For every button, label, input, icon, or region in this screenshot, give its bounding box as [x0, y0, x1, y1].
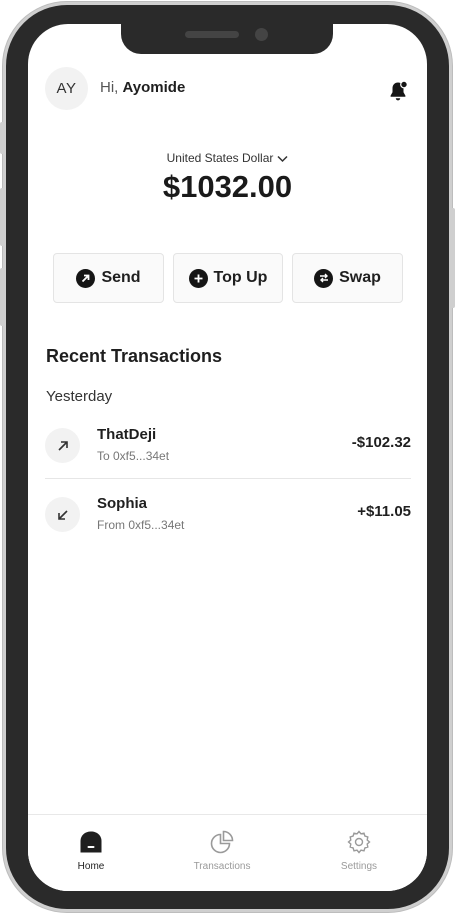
mute-switch	[0, 122, 4, 154]
home-icon	[80, 831, 102, 853]
nav-label-transactions: Transactions	[193, 861, 251, 872]
outgoing-arrow-icon	[45, 428, 80, 463]
user-name: Ayomide	[122, 79, 186, 96]
balance-amount: $1032.00	[162, 169, 293, 204]
volume-up-button	[0, 188, 4, 246]
arrow-up-right-icon	[76, 268, 96, 288]
divider	[45, 478, 411, 479]
transaction-amount: -$102.32	[351, 434, 411, 451]
transaction-detail: From 0xf5...34et	[97, 518, 185, 532]
currency-selector[interactable]: United States Dollar	[28, 151, 427, 165]
nav-label-home: Home	[77, 861, 105, 872]
nav-item-transactions[interactable]: Transactions	[177, 829, 267, 872]
nav-item-settings[interactable]: Settings	[314, 829, 404, 872]
top-up-button[interactable]: Top Up	[173, 253, 283, 303]
gear-icon	[347, 830, 371, 854]
swap-button[interactable]: Swap	[292, 253, 403, 303]
date-group-label: Yesterday	[46, 388, 113, 405]
top-up-label: Top Up	[213, 269, 268, 286]
plus-icon	[188, 268, 208, 288]
send-label: Send	[101, 269, 141, 286]
section-title: Recent Transactions	[46, 346, 223, 366]
transaction-detail: To 0xf5...34et	[97, 449, 170, 463]
greeting: Hi, Ayomide	[100, 79, 185, 96]
transaction-amount: +$11.05	[357, 503, 411, 520]
send-button[interactable]: Send	[53, 253, 164, 303]
currency-label: United States Dollar	[166, 151, 274, 165]
transaction-row[interactable]: ThatDeji To 0xf5...34et -$102.32	[45, 426, 411, 482]
power-button	[451, 208, 455, 308]
pie-chart-icon	[210, 830, 234, 854]
volume-down-button	[0, 268, 4, 326]
notch	[121, 24, 333, 54]
notification-bell-icon[interactable]	[386, 79, 410, 103]
bottom-nav: Home Transactions Settings	[28, 814, 427, 891]
app-screen: AY Hi, Ayomide United States Dollar $103…	[28, 24, 427, 891]
speaker	[185, 31, 239, 38]
nav-item-home[interactable]: Home	[46, 829, 136, 872]
nav-label-settings: Settings	[340, 861, 378, 872]
transaction-name: ThatDeji	[97, 426, 157, 443]
swap-icon	[314, 268, 334, 288]
avatar[interactable]: AY	[45, 67, 88, 110]
swap-label: Swap	[339, 269, 381, 286]
chevron-down-icon	[277, 155, 288, 162]
incoming-arrow-icon	[45, 497, 80, 532]
transaction-row[interactable]: Sophia From 0xf5...34et +$11.05	[45, 495, 411, 551]
camera	[255, 28, 268, 41]
greeting-prefix: Hi,	[100, 79, 119, 96]
transaction-name: Sophia	[97, 495, 148, 512]
